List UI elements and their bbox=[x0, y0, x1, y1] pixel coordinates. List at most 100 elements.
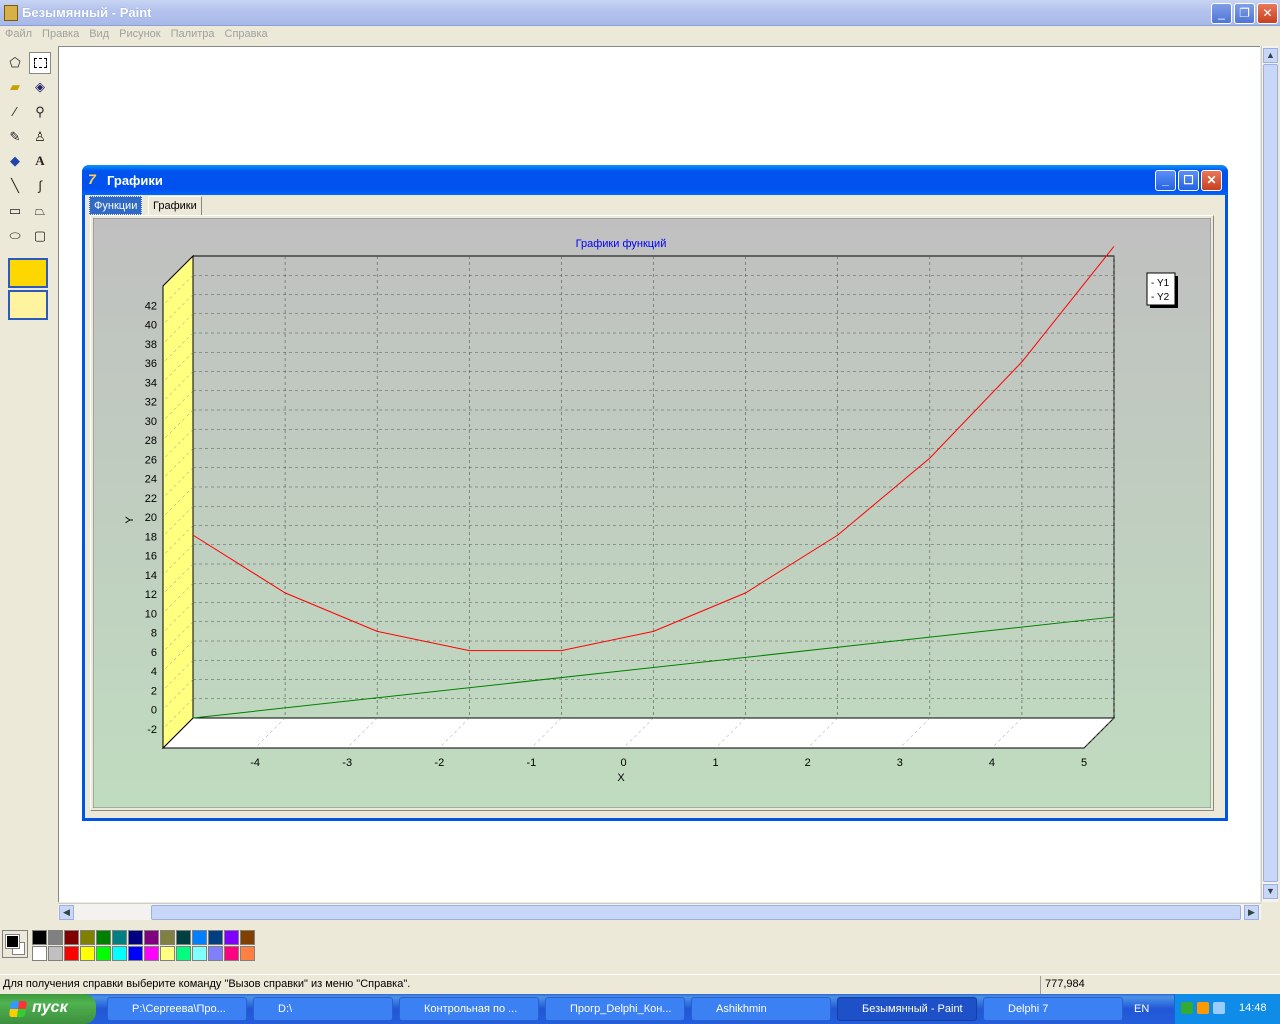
start-button[interactable]: пуск bbox=[0, 994, 96, 1024]
close-icon[interactable]: ✕ bbox=[1257, 3, 1278, 24]
tab-functions[interactable]: Функции bbox=[89, 196, 143, 215]
task-word-1[interactable]: Контрольная по ... bbox=[399, 997, 539, 1021]
toolbox: ⬠ ▰ ◈ ⁄ ⚲ ✎ ♙ ◆ A ╲ ∫ ▭ ⏢ ⬭ ▢ bbox=[0, 46, 56, 922]
language-indicator[interactable]: EN bbox=[1134, 1003, 1149, 1015]
palette-swatch[interactable] bbox=[128, 946, 143, 961]
palette-swatch[interactable] bbox=[208, 930, 223, 945]
task-word-2[interactable]: Прогр_Delphi_Кон... bbox=[545, 997, 685, 1021]
y-tick-label: 32 bbox=[145, 397, 157, 409]
palette-swatch[interactable] bbox=[224, 930, 239, 945]
palette-swatch[interactable] bbox=[112, 946, 127, 961]
task-paint[interactable]: Безымянный - Paint bbox=[837, 997, 977, 1021]
polygon-icon[interactable]: ⏢ bbox=[29, 200, 51, 222]
palette-swatch[interactable] bbox=[160, 946, 175, 961]
palette-swatch[interactable] bbox=[144, 930, 159, 945]
palette-swatch[interactable] bbox=[176, 946, 191, 961]
palette-swatch[interactable] bbox=[112, 930, 127, 945]
y-tick-label: 36 bbox=[145, 358, 157, 370]
delphi-icon: 7 bbox=[88, 171, 96, 187]
palette-swatch[interactable] bbox=[80, 930, 95, 945]
palette-swatch[interactable] bbox=[32, 946, 47, 961]
task-folder[interactable]: P:\Сергеева\Про... bbox=[107, 997, 247, 1021]
menu-colors[interactable]: Палитра bbox=[166, 26, 220, 42]
y-tick-label: 38 bbox=[145, 339, 157, 351]
chart-title: Графики функций bbox=[576, 238, 667, 250]
palette-swatch[interactable] bbox=[80, 946, 95, 961]
palette-swatch[interactable] bbox=[224, 946, 239, 961]
magnifier-icon[interactable]: ⚲ bbox=[29, 101, 51, 123]
menu-help[interactable]: Справка bbox=[220, 26, 273, 42]
horizontal-scrollbar[interactable]: ◀ ▶ bbox=[58, 903, 1261, 920]
paint-titlebar[interactable]: Безымянный - Paint _ ❐ ✕ bbox=[0, 0, 1280, 26]
eraser-icon[interactable]: ▰ bbox=[4, 76, 26, 98]
task-ashikhmin[interactable]: Ashikhmin bbox=[691, 997, 831, 1021]
brush-icon[interactable]: ♙ bbox=[29, 126, 51, 148]
palette-swatch[interactable] bbox=[160, 930, 175, 945]
graphs-window-title: Графики bbox=[107, 173, 163, 188]
task-drive[interactable]: D:\ bbox=[253, 997, 393, 1021]
option-transparent-icon[interactable] bbox=[8, 290, 48, 320]
palette-swatch[interactable] bbox=[240, 930, 255, 945]
scroll-up-icon[interactable]: ▲ bbox=[1263, 48, 1278, 63]
scroll-down-icon[interactable]: ▼ bbox=[1263, 884, 1278, 899]
vertical-scroll-thumb[interactable] bbox=[1263, 64, 1278, 882]
tab-graphs[interactable]: Графики bbox=[148, 196, 202, 215]
menu-image[interactable]: Рисунок bbox=[114, 26, 166, 42]
minimize-icon[interactable]: _ bbox=[1155, 170, 1176, 191]
y-tick-label: 0 bbox=[151, 705, 157, 717]
palette-swatch[interactable] bbox=[208, 946, 223, 961]
palette-swatch[interactable] bbox=[96, 930, 111, 945]
menu-file[interactable]: Файл bbox=[0, 26, 37, 42]
palette-swatch[interactable] bbox=[96, 946, 111, 961]
x-tick-label: 2 bbox=[805, 757, 811, 769]
picker-icon[interactable]: ⁄ bbox=[4, 101, 26, 123]
horizontal-scroll-thumb[interactable] bbox=[151, 905, 1241, 920]
vertical-scrollbar[interactable]: ▲ ▼ bbox=[1261, 46, 1278, 902]
scroll-right-icon[interactable]: ▶ bbox=[1244, 905, 1259, 920]
free-select-icon[interactable]: ⬠ bbox=[4, 52, 26, 74]
maximize-icon[interactable]: ☐ bbox=[1178, 170, 1199, 191]
palette-swatch[interactable] bbox=[64, 946, 79, 961]
line-icon[interactable]: ╲ bbox=[4, 175, 26, 197]
fill-icon[interactable]: ◈ bbox=[29, 76, 51, 98]
restore-icon[interactable]: ❐ bbox=[1234, 3, 1255, 24]
ellipse-icon[interactable]: ⬭ bbox=[4, 225, 26, 247]
rounded-rect-icon[interactable]: ▢ bbox=[29, 225, 51, 247]
option-opaque-icon[interactable] bbox=[8, 258, 48, 288]
close-icon[interactable]: ✕ bbox=[1201, 170, 1222, 191]
minimize-icon[interactable]: _ bbox=[1211, 3, 1232, 24]
menu-edit[interactable]: Правка bbox=[37, 26, 84, 42]
palette-swatch[interactable] bbox=[192, 930, 207, 945]
palette-swatch[interactable] bbox=[192, 946, 207, 961]
palette-swatch[interactable] bbox=[128, 930, 143, 945]
status-help-text: Для получения справки выберите команду "… bbox=[3, 978, 411, 990]
scroll-left-icon[interactable]: ◀ bbox=[59, 905, 74, 920]
palette-swatch[interactable] bbox=[144, 946, 159, 961]
x-tick-label: 3 bbox=[897, 757, 903, 769]
y-tick-label: 20 bbox=[145, 512, 157, 524]
menu-view[interactable]: Вид bbox=[84, 26, 114, 42]
graphs-titlebar[interactable]: 7 Графики _ ☐ ✕ bbox=[82, 165, 1228, 195]
select-icon[interactable] bbox=[29, 52, 51, 74]
curve-icon[interactable]: ∫ bbox=[29, 175, 51, 197]
current-colors[interactable] bbox=[2, 930, 28, 958]
rectangle-icon[interactable]: ▭ bbox=[4, 200, 26, 222]
palette-swatch[interactable] bbox=[32, 930, 47, 945]
x-tick-label: -1 bbox=[527, 757, 537, 769]
palette-swatch[interactable] bbox=[48, 930, 63, 945]
y-tick-label: 2 bbox=[151, 685, 157, 697]
pencil-icon[interactable]: ✎ bbox=[4, 126, 26, 148]
text-icon[interactable]: A bbox=[29, 150, 51, 172]
palette-swatch[interactable] bbox=[240, 946, 255, 961]
palette-swatch[interactable] bbox=[176, 930, 191, 945]
x-tick-label: 5 bbox=[1081, 757, 1087, 769]
tray-icon-3[interactable] bbox=[1213, 1002, 1225, 1014]
tray-icon-2[interactable] bbox=[1197, 1002, 1209, 1014]
y-tick-label: 4 bbox=[151, 666, 157, 678]
palette-swatch[interactable] bbox=[64, 930, 79, 945]
y-tick-label: 34 bbox=[145, 377, 157, 389]
tray-icon-1[interactable] bbox=[1181, 1002, 1193, 1014]
airbrush-icon[interactable]: ◆ bbox=[4, 150, 26, 172]
task-delphi[interactable]: Delphi 7 bbox=[983, 997, 1123, 1021]
palette-swatch[interactable] bbox=[48, 946, 63, 961]
